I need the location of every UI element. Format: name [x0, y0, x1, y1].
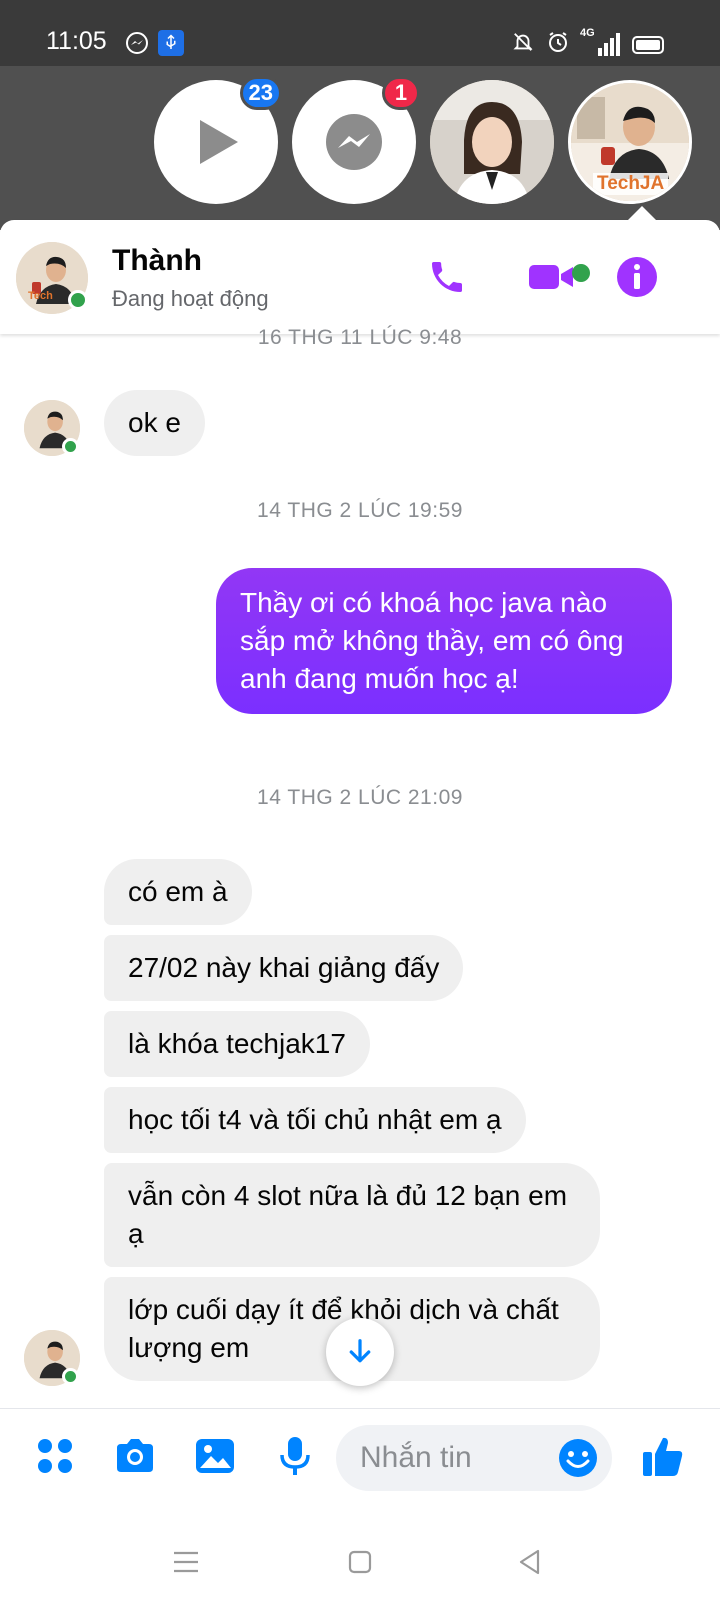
online-indicator: [68, 290, 88, 310]
camera-icon: [117, 1439, 153, 1472]
active-head-caret: [628, 206, 656, 220]
more-actions-button[interactable]: [30, 1431, 80, 1481]
avatar-logo-text: Tech: [28, 290, 53, 302]
play-icon: [200, 120, 238, 164]
home-square-icon: [348, 1550, 372, 1574]
chat-head-thanh[interactable]: TechJA: [568, 80, 692, 204]
voice-call-button[interactable]: [422, 252, 472, 302]
messenger-chat-head[interactable]: 1: [292, 76, 420, 204]
status-bar: 11:05 4G: [0, 0, 720, 66]
menu-icon: [174, 1551, 198, 1573]
incoming-message[interactable]: là khóa techjak17: [104, 1011, 370, 1077]
video-chat-head[interactable]: 23: [154, 76, 282, 204]
battery-icon: [632, 35, 664, 54]
gallery-button[interactable]: [190, 1431, 240, 1481]
online-indicator: [62, 1368, 79, 1385]
video-active-dot: [572, 264, 590, 282]
scroll-to-bottom-button[interactable]: [326, 1318, 394, 1386]
incoming-message[interactable]: ok e: [104, 390, 205, 456]
alarm-icon: [546, 30, 570, 59]
like-button[interactable]: [638, 1431, 688, 1481]
camera-button[interactable]: [110, 1431, 160, 1481]
message-composer: Nhắn tin: [0, 1408, 720, 1504]
home-nav-button[interactable]: [340, 1542, 380, 1582]
message-input-placeholder: Nhắn tin: [360, 1441, 472, 1474]
message-timestamp: 14 THG 2 LÚC 21:09: [257, 786, 463, 809]
conversation-info-button[interactable]: [612, 252, 662, 302]
usb-icon: [158, 30, 184, 56]
voice-message-button[interactable]: [270, 1431, 320, 1481]
video-camera-icon: [529, 265, 573, 289]
outgoing-message[interactable]: Thầy ơi có khoá học java nào sắp mở khôn…: [216, 568, 672, 714]
back-triangle-icon: [519, 1549, 540, 1575]
status-time: 11:05: [46, 27, 107, 55]
contact-name[interactable]: Thành: [112, 244, 202, 278]
chat-head-logo-text: TechJA: [593, 173, 669, 195]
messenger-badge: 1: [382, 76, 420, 110]
signal-icon: 4G: [580, 27, 620, 56]
image-icon: [196, 1439, 234, 1473]
menu-nav-button[interactable]: [166, 1542, 206, 1582]
four-dots-icon: [38, 1439, 72, 1473]
incoming-message[interactable]: vẫn còn 4 slot nữa là đủ 12 bạn em ạ: [104, 1163, 600, 1267]
emoji-button[interactable]: [558, 1438, 598, 1483]
contact-status: Đang hoạt động: [112, 286, 269, 311]
thumbs-up-icon: [643, 1437, 683, 1476]
microphone-icon: [280, 1437, 310, 1475]
incoming-message[interactable]: học tối t4 và tối chủ nhật em ạ: [104, 1087, 526, 1153]
mute-icon: [512, 31, 534, 58]
network-type: 4G: [580, 27, 595, 39]
video-badge: 23: [239, 76, 282, 110]
messenger-icon: [124, 30, 150, 56]
chat-head-user-photo[interactable]: [430, 80, 554, 204]
woman-avatar: [430, 80, 554, 204]
arrow-down-icon: [349, 1339, 371, 1363]
message-timestamp: 14 THG 2 LÚC 19:59: [257, 499, 463, 522]
back-nav-button[interactable]: [510, 1542, 550, 1582]
incoming-message[interactable]: có em à: [104, 859, 252, 925]
incoming-message[interactable]: 27/02 này khai giảng đấy: [104, 935, 464, 1001]
message-timestamp: 16 THG 11 LÚC 9:48: [257, 326, 463, 349]
system-navigation-bar: [0, 1510, 720, 1600]
online-indicator: [62, 438, 79, 455]
messenger-icon: [326, 114, 382, 170]
message-input[interactable]: Nhắn tin: [336, 1425, 612, 1491]
smiley-icon: [559, 1439, 597, 1477]
conversation-header: Tech Thành Đang hoạt động: [0, 220, 720, 334]
info-icon: [617, 257, 657, 297]
phone-icon: [432, 262, 462, 292]
